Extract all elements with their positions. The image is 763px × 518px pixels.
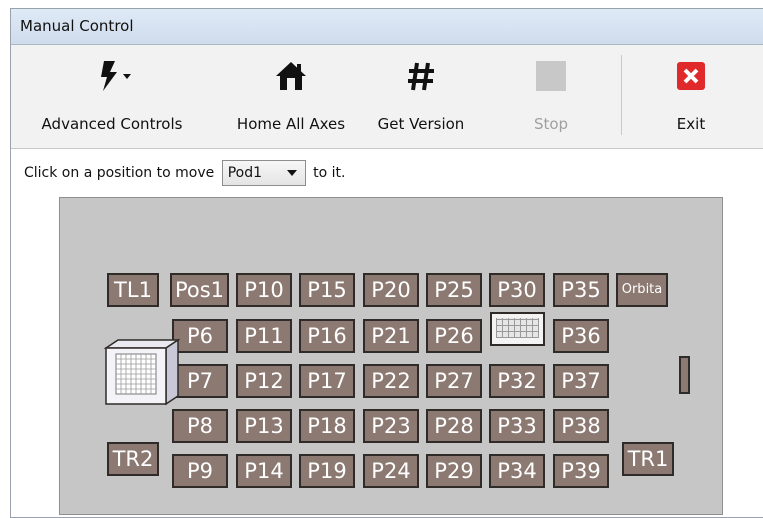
pod-select[interactable]: Pod1 [221,160,306,186]
position-p14[interactable]: P14 [236,454,292,488]
toolbar-separator [621,55,622,135]
home-all-axes-button[interactable]: Home All Axes [224,45,358,145]
position-p15[interactable]: P15 [299,273,355,307]
position-p7[interactable]: P7 [172,364,228,398]
move-instruction: Click on a position to move Pod1 to it. [24,160,346,186]
position-pos1[interactable]: Pos1 [170,273,229,307]
stop-label: Stop [533,115,569,133]
get-version-button[interactable]: Get Version [361,45,481,145]
lightning-dropdown-icon [27,59,197,93]
position-p16[interactable]: P16 [299,319,355,353]
position-p37[interactable]: P37 [553,364,609,398]
labware-plate-icon[interactable] [103,338,181,406]
position-tr1[interactable]: TR1 [622,442,674,476]
advanced-controls-button[interactable]: Advanced Controls [27,45,197,145]
position-p36[interactable]: P36 [553,319,609,353]
manual-control-window: Manual Control Advanced Controls Home Al… [10,8,763,518]
position-p23[interactable]: P23 [363,409,419,443]
position-p34[interactable]: P34 [489,454,545,488]
position-p21[interactable]: P21 [363,319,419,353]
position-p20[interactable]: P20 [363,273,419,307]
side-slot-marker[interactable] [679,356,690,394]
position-p26[interactable]: P26 [426,319,482,353]
position-p22[interactable]: P22 [363,364,419,398]
position-p39[interactable]: P39 [553,454,609,488]
home-all-axes-label: Home All Axes [236,115,346,133]
position-p24[interactable]: P24 [363,454,419,488]
plate-wells-grid [496,318,539,338]
toolbar: Advanced Controls Home All Axes Get Vers… [11,45,763,149]
position-p9[interactable]: P9 [172,454,228,488]
position-p17[interactable]: P17 [299,364,355,398]
position-p35[interactable]: P35 [553,273,609,307]
title-bar: Manual Control [11,9,763,45]
position-p32[interactable]: P32 [489,364,545,398]
plate-on-position-p31[interactable] [490,312,545,346]
position-p30[interactable]: P30 [489,273,545,307]
instruction-prefix: Click on a position to move [24,165,215,181]
stop-square-icon [511,59,591,93]
exit-label: Exit [676,115,706,133]
position-tl1[interactable]: TL1 [107,273,159,307]
position-orbital[interactable]: Orbita [616,273,668,307]
position-p38[interactable]: P38 [553,409,609,443]
position-p33[interactable]: P33 [489,409,545,443]
advanced-controls-label: Advanced Controls [41,115,183,133]
position-tr2[interactable]: TR2 [107,442,159,476]
position-p6[interactable]: P6 [172,319,228,353]
house-icon [224,59,358,93]
deck-map: TL1 Orbita TR2 TR1 Pos1 P10 P15 P20 P25 P30 P3… [59,197,723,515]
close-x-icon [651,59,731,93]
stop-button[interactable]: Stop [511,45,591,145]
window-title: Manual Control [20,17,134,35]
exit-button[interactable]: Exit [651,45,731,145]
position-p29[interactable]: P29 [426,454,482,488]
position-p19[interactable]: P19 [299,454,355,488]
position-p8[interactable]: P8 [172,409,228,443]
position-p11[interactable]: P11 [236,319,292,353]
position-p10[interactable]: P10 [236,273,292,307]
position-p27[interactable]: P27 [426,364,482,398]
position-p18[interactable]: P18 [299,409,355,443]
get-version-label: Get Version [377,115,465,133]
hash-icon [361,59,481,93]
position-p28[interactable]: P28 [426,409,482,443]
position-p13[interactable]: P13 [236,409,292,443]
chevron-down-icon [286,170,297,176]
instruction-suffix: to it. [313,165,346,181]
position-p25[interactable]: P25 [426,273,482,307]
pod-select-value: Pod1 [227,165,263,181]
position-p12[interactable]: P12 [236,364,292,398]
